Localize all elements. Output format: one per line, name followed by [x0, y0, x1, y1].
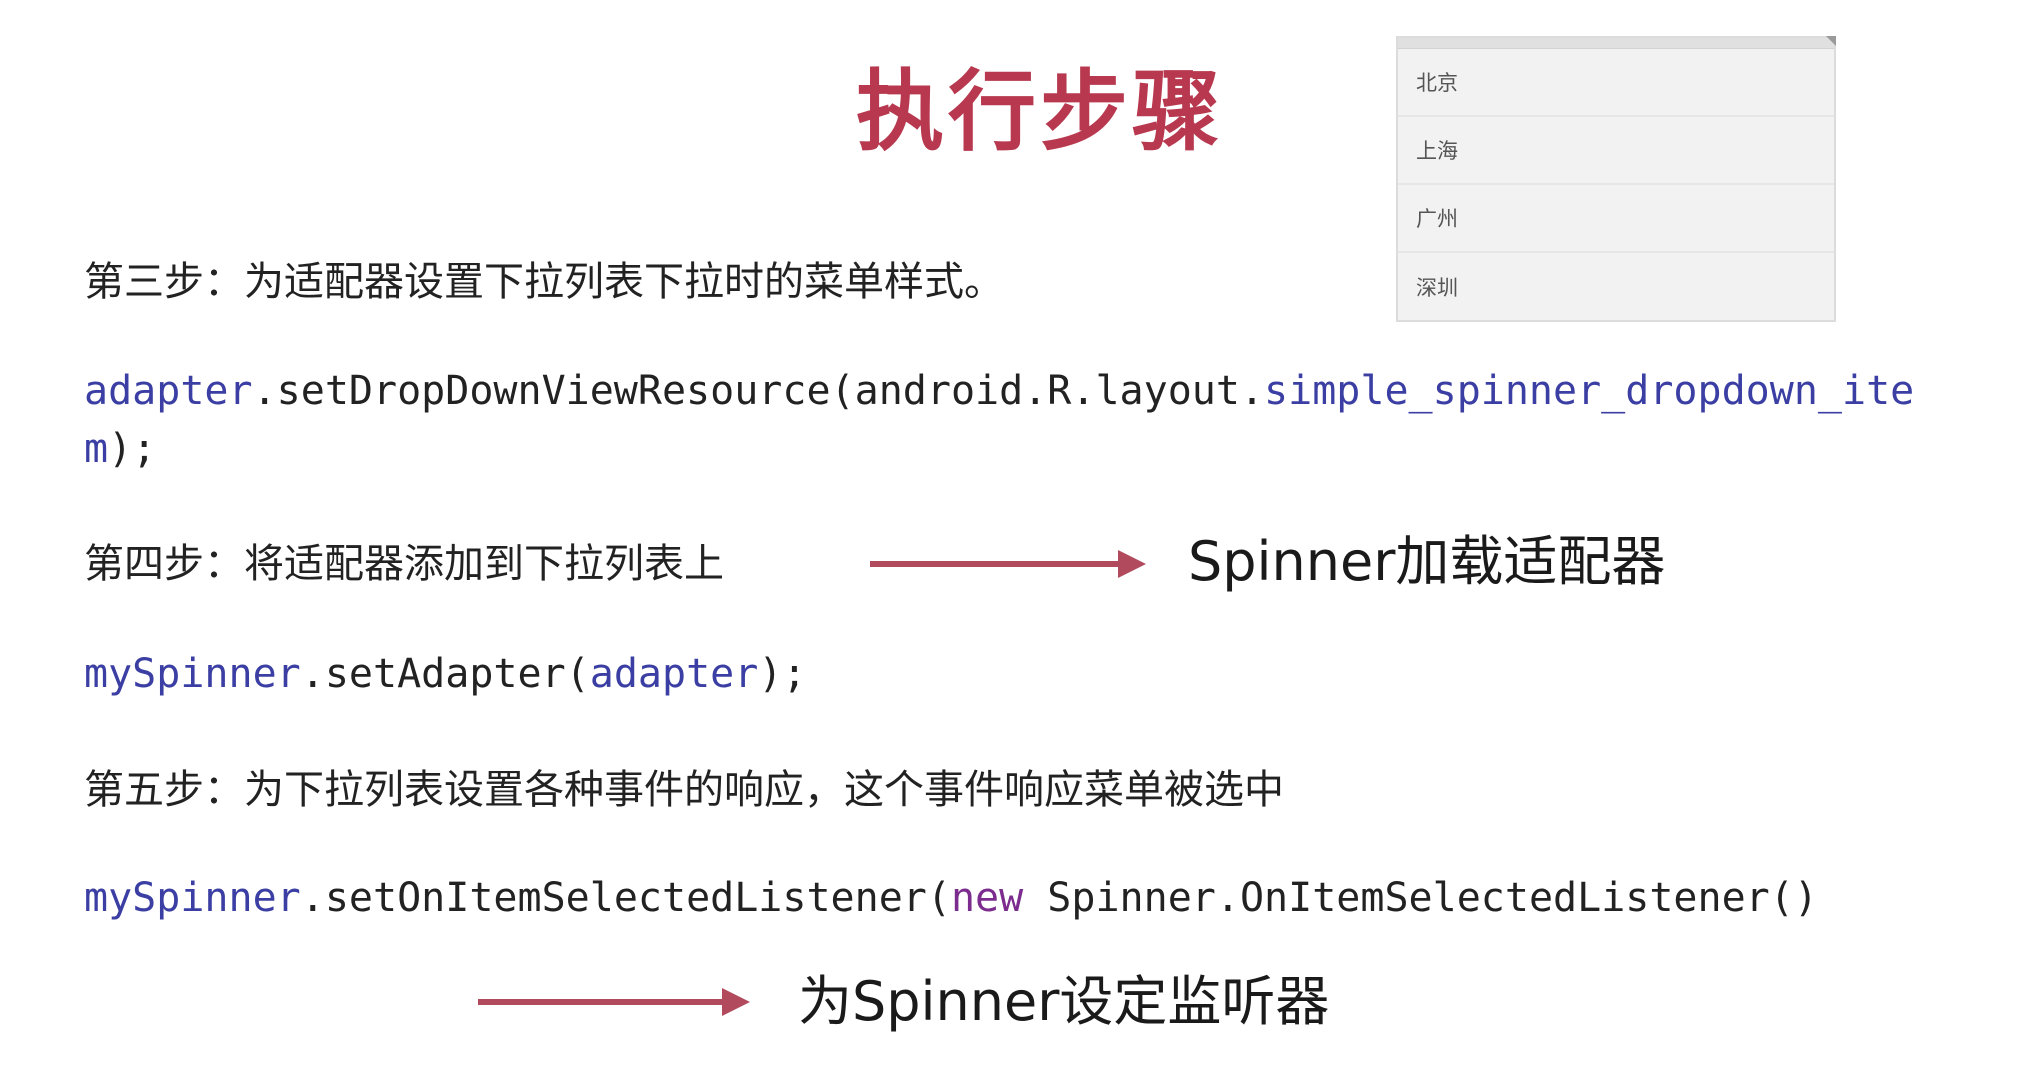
code-set-adapter-call: .setAdapter(: [300, 651, 590, 697]
spinner-dropdown-preview: 北京 上海 广州 深圳: [1396, 36, 1836, 322]
code-layout-field: simple_spinner_dropdown_ite: [1264, 368, 1915, 414]
step3-text: 第三步：为适配器设置下拉列表下拉时的菜单样式。: [84, 259, 1004, 305]
dropdown-corner-mark: [1826, 36, 1836, 46]
step4-note: Spinner加载适配器: [1188, 530, 1666, 593]
step5-arrow-icon: [478, 988, 750, 1016]
dropdown-top-bar: [1398, 38, 1834, 49]
step5-code: mySpinner.setOnItemSelectedListener(new …: [84, 869, 1818, 927]
code-layout-field-wrap: m: [84, 426, 109, 472]
code-listener-class: Spinner.OnItemSelectedListener(): [1023, 875, 1818, 921]
dropdown-item-guangzhou[interactable]: 广州: [1398, 185, 1834, 253]
code-myspinner-var: mySpinner: [84, 651, 301, 697]
step4-text: 第四步：将适配器添加到下拉列表上: [84, 541, 724, 587]
dropdown-item-beijing[interactable]: 北京: [1398, 49, 1834, 117]
step4-arrow-icon: [870, 550, 1146, 578]
step5-text: 第五步：为下拉列表设置各种事件的响应，这个事件响应菜单被选中: [84, 767, 1284, 813]
step3-code-line1: adapter.setDropDownViewResource(android.…: [84, 362, 1914, 420]
code-new-keyword: new: [950, 875, 1024, 921]
page-title: 执行步骤: [856, 60, 1225, 163]
step5-note: 为Spinner设定监听器: [798, 970, 1330, 1033]
code-adapter-arg: adapter: [589, 651, 759, 697]
dropdown-item-shenzhen[interactable]: 深圳: [1398, 253, 1834, 321]
dropdown-item-shanghai[interactable]: 上海: [1398, 117, 1834, 185]
code-set-listener-call: .setOnItemSelectedListener(: [300, 875, 951, 921]
code-adapter-var: adapter: [84, 368, 253, 414]
code-myspinner-var: mySpinner: [84, 875, 301, 921]
code-set-dropdown-call: .setDropDownViewResource(android.R.layou…: [252, 368, 1265, 414]
code-line-end: );: [108, 426, 157, 472]
step4-code: mySpinner.setAdapter(adapter);: [84, 645, 806, 703]
code-line-end: );: [758, 651, 807, 697]
slide: 执行步骤 北京 上海 广州 深圳 第三步：为适配器设置下拉列表下拉时的菜单样式。…: [0, 0, 2024, 1066]
step3-code-line2: m);: [84, 420, 156, 478]
